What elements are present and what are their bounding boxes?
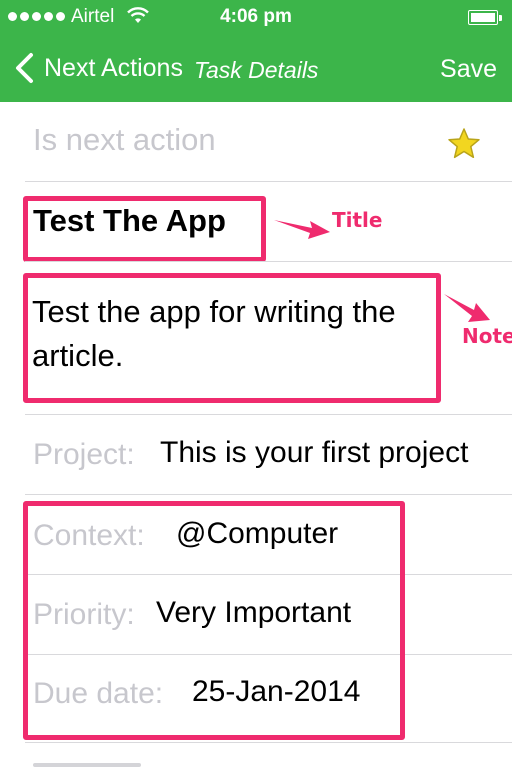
project-value[interactable]: This is your first project — [160, 436, 468, 470]
partial-row-label — [33, 758, 143, 768]
row-divider — [25, 261, 512, 262]
title-annotation-label: Title — [332, 208, 383, 232]
note-annotation-label: Note — [462, 324, 512, 348]
next-action-toggle-label[interactable]: Is next action — [33, 122, 216, 158]
row-divider — [25, 494, 512, 495]
save-button[interactable]: Save — [440, 55, 497, 84]
page-title: Task Details — [194, 57, 319, 83]
status-bar: Airtel 4:06 pm — [0, 0, 512, 34]
row-divider — [25, 742, 512, 743]
details-highlight-box — [23, 501, 405, 740]
title-annotation-arrow — [274, 220, 330, 239]
navigation-bar: Next Actions Task Details Save — [0, 34, 512, 102]
row-divider — [25, 181, 512, 182]
chevron-left-icon — [16, 53, 33, 83]
back-button[interactable]: Next Actions — [12, 52, 183, 84]
back-button-label: Next Actions — [44, 54, 183, 82]
project-label: Project: — [33, 438, 135, 471]
star-icon[interactable] — [447, 127, 481, 161]
note-highlight-box — [23, 273, 441, 403]
row-divider — [25, 414, 512, 415]
battery-icon — [468, 10, 502, 25]
title-highlight-box — [23, 196, 266, 262]
status-time: 4:06 pm — [220, 6, 292, 27]
